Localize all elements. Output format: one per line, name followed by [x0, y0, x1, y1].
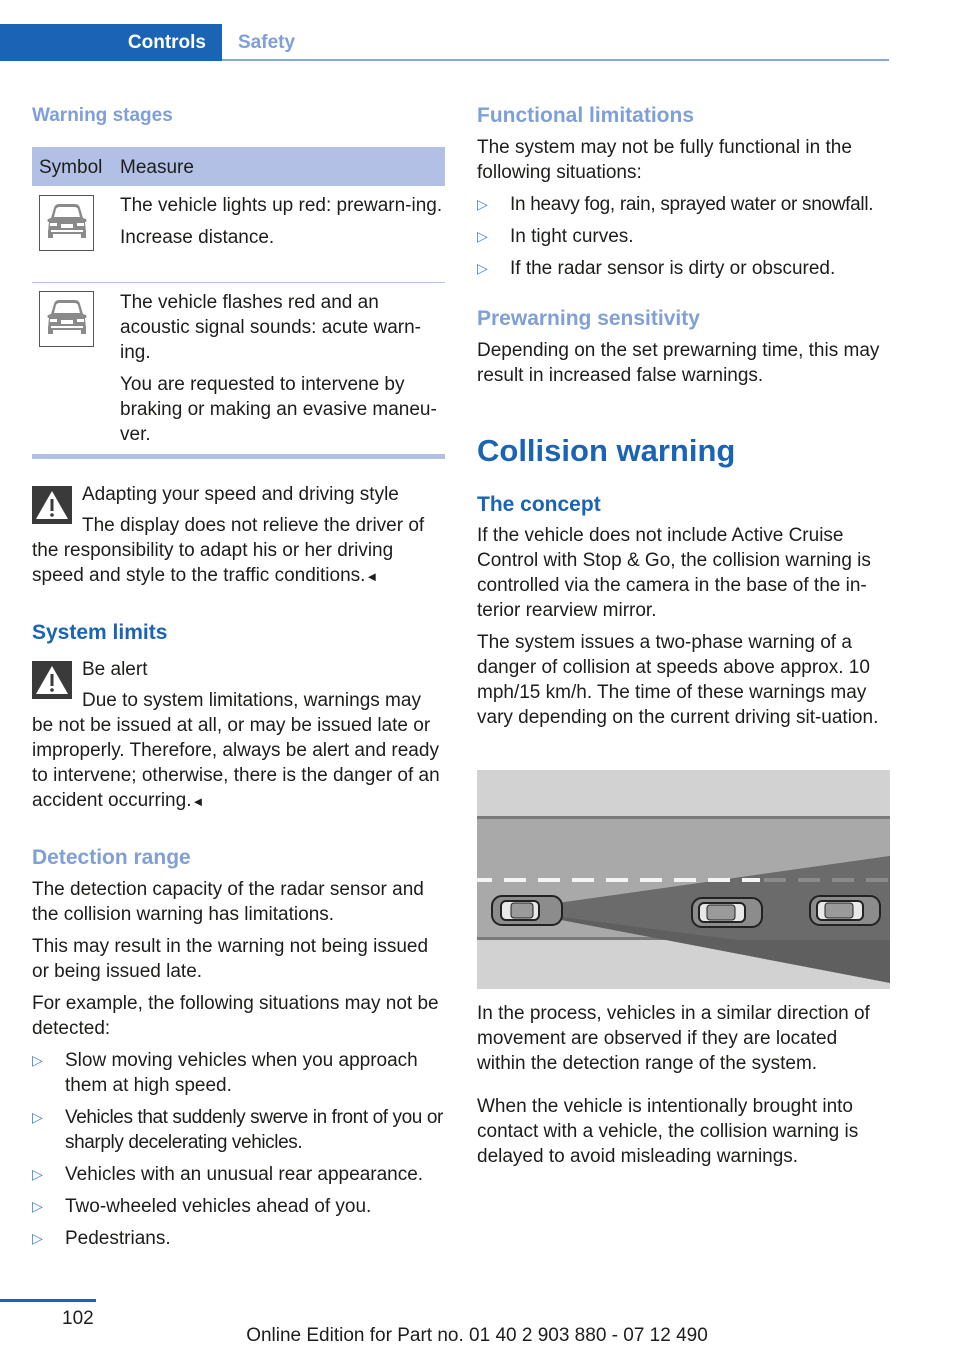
- warning-title: Adapting your speed and driving style: [82, 484, 399, 505]
- warning-title: Be alert: [82, 659, 148, 680]
- concept-p2: The system issues a two-phase warning of…: [477, 632, 879, 728]
- list-item-text: Two-wheeled vehicles ahead of you.: [65, 1196, 372, 1217]
- road-detection-range-illustration: [477, 770, 890, 989]
- detection-range-p3: For example, the following situations ma…: [32, 993, 439, 1039]
- list-item-text: Slow moving vehicles when you approach t…: [65, 1050, 418, 1096]
- header-divider: [222, 59, 889, 61]
- detection-range-p1: The detection capacity of the radar sens…: [32, 879, 424, 925]
- edition-text: Online Edition for Part no. 01 40 2 903 …: [246, 1325, 708, 1346]
- functional-limitations-heading: Functional limitations: [477, 104, 695, 127]
- list-item-text: Pedestrians.: [65, 1228, 171, 1249]
- functional-limitations-intro: The system may not be fully functional i…: [477, 137, 852, 183]
- table-row: The vehicle flashes red and an acoustic …: [120, 290, 445, 454]
- list-item: ▷ In tight curves.: [477, 224, 890, 249]
- concept-heading: The concept: [477, 493, 601, 516]
- bullet-triangle-icon: ▷: [32, 1198, 43, 1214]
- row-divider: [32, 282, 445, 283]
- list-item-text: In heavy fog, rain, sprayed water or sno…: [510, 194, 874, 215]
- col-symbol-header: Symbol: [39, 157, 103, 178]
- list-item: ▷ Vehicles with an unusual rear appearanc…: [32, 1162, 445, 1187]
- warning-body: The display does not relieve the driver …: [32, 513, 445, 589]
- section-tab-safety[interactable]: Safety: [238, 30, 295, 55]
- measure-text: Increase distance.: [120, 227, 275, 248]
- list-item: ▷ Vehicles that suddenly swerve in front …: [32, 1105, 445, 1155]
- section-tab-controls[interactable]: Controls: [0, 24, 222, 61]
- list-item: ▷ Pedestrians.: [32, 1226, 445, 1251]
- system-limits-heading: System limits: [32, 621, 168, 644]
- concept-p1: If the vehicle does not include Active C…: [477, 525, 871, 621]
- detection-range-heading: Detection range: [32, 846, 191, 869]
- car-rear-icon: [39, 195, 94, 251]
- section-tab-controls-label: Controls: [127, 32, 206, 53]
- warning-body-text: Due to system limitations, warnings may …: [32, 690, 440, 811]
- table-bottom-rule: [32, 454, 445, 459]
- list-item-text: Vehicles that suddenly swerve in front o…: [65, 1107, 443, 1153]
- page-title: Collision warning: [477, 433, 736, 468]
- table-row: The vehicle lights up red: prewarn-ing. …: [120, 193, 445, 257]
- bullet-triangle-icon: ▷: [32, 1166, 43, 1182]
- footer-rule: [0, 1299, 96, 1302]
- prewarning-sensitivity-body: Depending on the set prewarning time, th…: [477, 340, 880, 386]
- list-item: ▷ In heavy fog, rain, sprayed water or sn…: [477, 192, 890, 217]
- measure-text: You are requested to intervene by brakin…: [120, 374, 437, 445]
- own-vehicle: [491, 895, 563, 926]
- measure-text: The vehicle lights up red: prewarn-ing.: [120, 195, 443, 216]
- list-item-text: If the radar sensor is dirty or obscured…: [510, 258, 836, 279]
- detection-range-p2: This may result in the warning not being…: [32, 936, 429, 982]
- warning-stages-heading: Warning stages: [32, 105, 173, 126]
- list-item: ▷ Slow moving vehicles when you approach …: [32, 1048, 445, 1098]
- list-item: ▷ If the radar sensor is dirty or obscure…: [477, 256, 890, 281]
- vehicle-ahead-2: [809, 895, 881, 926]
- measure-text: The vehicle flashes red and an acoustic …: [120, 292, 421, 363]
- col-measure-header: Measure: [120, 157, 194, 178]
- road-illustration-svg: [477, 770, 890, 989]
- list-item: ▷ Two-wheeled vehicles ahead of you.: [32, 1194, 445, 1219]
- list-item-text: Vehicles with an unusual rear appearance…: [65, 1164, 424, 1185]
- bullet-triangle-icon: ▷: [32, 1109, 43, 1125]
- list-item-text: In tight curves.: [510, 226, 634, 247]
- bullet-triangle-icon: ▷: [32, 1230, 43, 1246]
- warning-body: Due to system limitations, warnings may …: [32, 688, 445, 814]
- process-paragraph: In the process, vehicles in a similar di…: [477, 1003, 870, 1074]
- detection-range-list: ▷ Slow moving vehicles when you approach …: [32, 1048, 445, 1258]
- functional-limitations-list: ▷ In heavy fog, rain, sprayed water or sn…: [477, 192, 890, 288]
- vehicle-ahead-1: [691, 897, 763, 928]
- contact-paragraph: When the vehicle is intentionally brough…: [477, 1096, 859, 1167]
- bullet-triangle-icon: ▷: [477, 260, 488, 276]
- bullet-triangle-icon: ▷: [32, 1052, 43, 1068]
- lane-markings: [477, 878, 760, 882]
- end-mark: ◄: [365, 569, 379, 584]
- bullet-triangle-icon: ▷: [477, 228, 488, 244]
- prewarning-sensitivity-heading: Prewarning sensitivity: [477, 307, 700, 330]
- table-header: Symbol Measure: [32, 147, 445, 186]
- car-rear-icon: [39, 291, 94, 347]
- bullet-triangle-icon: ▷: [477, 196, 488, 212]
- end-mark: ◄: [191, 794, 205, 809]
